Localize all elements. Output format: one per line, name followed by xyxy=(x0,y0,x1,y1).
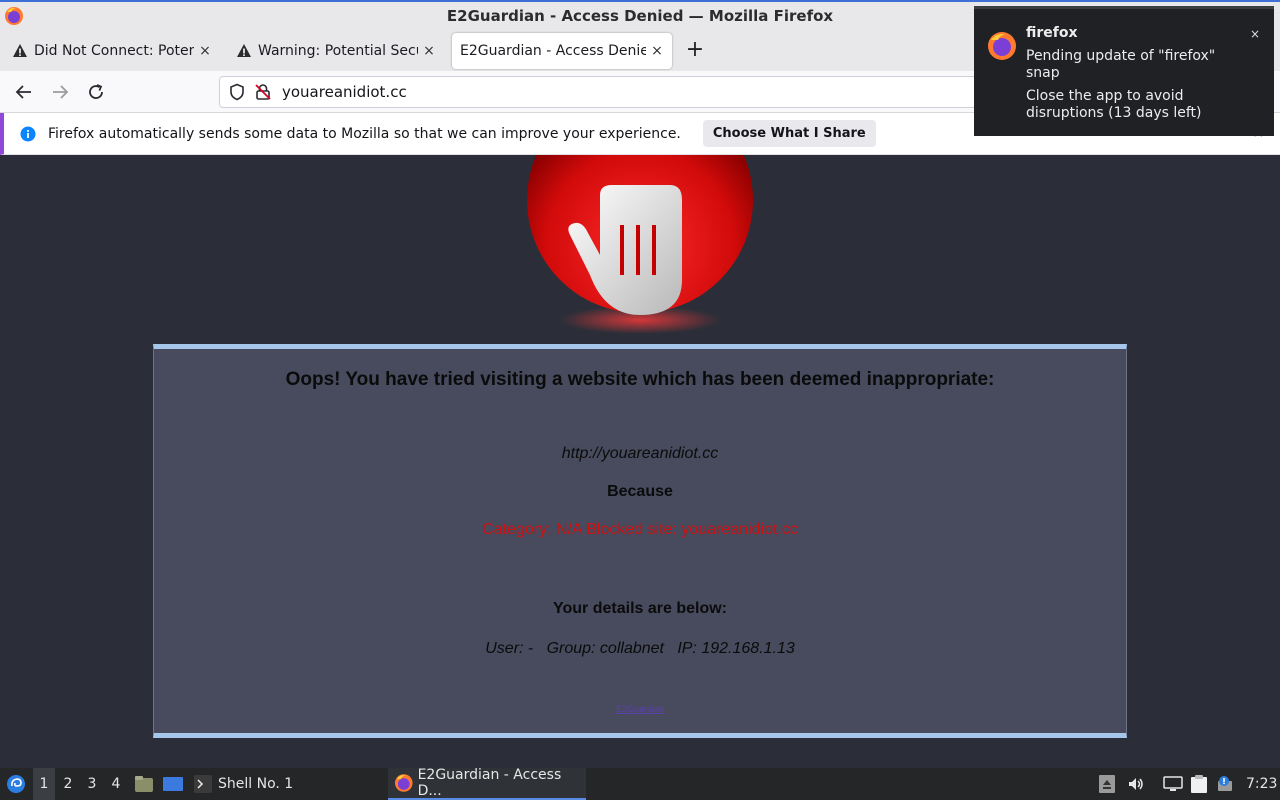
firefox-logo-icon xyxy=(5,7,23,25)
tab-e2guardian[interactable]: E2Guardian - Access Denied × xyxy=(452,33,672,69)
tray-clipboard[interactable] xyxy=(1190,768,1210,800)
firefox-logo-icon xyxy=(394,774,413,792)
eject-icon xyxy=(1099,775,1115,793)
start-menu-button[interactable] xyxy=(4,768,28,800)
volume-icon xyxy=(1129,778,1143,790)
insecure-lock-icon[interactable] xyxy=(254,83,272,101)
notification-body: Close the app to avoid disruptions (13 d… xyxy=(1026,88,1202,121)
block-reason: Category: N/A Blocked site: youareanidio… xyxy=(482,521,798,538)
terminal-task[interactable]: Shell No. 1 xyxy=(194,768,293,800)
tab-did-not-connect[interactable]: Did Not Connect: Potenti × xyxy=(4,33,220,69)
taskbar-clock[interactable]: 7:23 xyxy=(1246,768,1277,800)
warning-icon xyxy=(237,44,251,57)
notification-app-name: firefox xyxy=(1026,25,1078,41)
update-notifier-icon xyxy=(1218,776,1232,791)
workspace-3[interactable]: 3 xyxy=(81,768,103,800)
choose-what-i-share-button[interactable]: Choose What I Share xyxy=(702,120,876,147)
infobar-message: Firefox automatically sends some data to… xyxy=(48,125,681,142)
reload-button[interactable] xyxy=(84,80,108,104)
update-notification[interactable]: firefox Pending update of "firefox" snap… xyxy=(974,6,1274,136)
workspace-4[interactable]: 4 xyxy=(105,768,127,800)
url-text[interactable]: youareanidiot.cc xyxy=(282,83,407,101)
app-menu-icon xyxy=(7,775,25,793)
file-manager-launcher[interactable] xyxy=(134,768,154,800)
page-content: Oops! You have tried visiting a website … xyxy=(0,155,1280,768)
blocked-url: http://youareanidiot.cc xyxy=(561,445,719,462)
clipboard-icon xyxy=(1191,775,1207,793)
terminal-task-label: Shell No. 1 xyxy=(218,776,294,792)
e2guardian-link[interactable]: E2Guardian xyxy=(154,704,1126,714)
user-details: User: - Group: collabnet IP: 192.168.1.1… xyxy=(485,640,795,657)
tab-close-button[interactable]: × xyxy=(650,43,664,59)
tab-label: Warning: Potential Securi xyxy=(258,43,418,59)
page-headline: Oops! You have tried visiting a website … xyxy=(285,369,995,390)
tray-eject[interactable] xyxy=(1099,768,1117,800)
because-label: Because xyxy=(607,483,673,500)
tray-updates[interactable] xyxy=(1216,768,1236,800)
reload-icon xyxy=(89,84,103,99)
back-button[interactable] xyxy=(12,80,36,104)
notification-title: Pending update of "firefox" snap xyxy=(1026,48,1216,81)
arrow-right-icon xyxy=(53,85,69,99)
taskbar: 1 2 3 4 Shell No. 1 E2Guardian - Access … xyxy=(0,767,1280,800)
window-title: E2Guardian - Access Denied — Mozilla Fir… xyxy=(446,6,834,25)
desktop-icon xyxy=(163,777,183,791)
tab-close-button[interactable]: × xyxy=(422,43,436,59)
tab-label: Did Not Connect: Potenti xyxy=(34,43,194,59)
warning-icon xyxy=(13,44,27,57)
stop-hand-logo-icon xyxy=(527,155,753,334)
tray-network[interactable] xyxy=(1163,768,1183,800)
folder-icon xyxy=(135,776,153,792)
arrow-left-icon xyxy=(15,85,31,99)
details-title: Your details are below: xyxy=(553,600,727,617)
firefox-logo-icon xyxy=(988,32,1016,60)
browser-task[interactable]: E2Guardian - Access D... xyxy=(388,767,586,800)
terminal-icon xyxy=(194,775,212,793)
forward-button[interactable] xyxy=(48,80,72,104)
workspace-2[interactable]: 2 xyxy=(57,768,79,800)
access-denied-panel: Oops! You have tried visiting a website … xyxy=(153,344,1127,738)
notification-close-button[interactable]: × xyxy=(1250,27,1260,41)
new-tab-button[interactable]: + xyxy=(683,39,707,63)
tray-volume[interactable] xyxy=(1127,768,1147,800)
shield-icon[interactable] xyxy=(228,83,246,101)
network-icon xyxy=(1163,776,1183,791)
browser-task-label: E2Guardian - Access D... xyxy=(417,767,562,799)
workspace-1[interactable]: 1 xyxy=(33,768,55,800)
tab-label: E2Guardian - Access Denied xyxy=(460,43,646,59)
info-icon xyxy=(20,126,36,141)
url-bar[interactable]: youareanidiot.cc xyxy=(219,76,979,108)
tab-security-warning[interactable]: Warning: Potential Securi × xyxy=(228,33,444,69)
desktop-launcher[interactable] xyxy=(162,768,184,800)
tab-close-button[interactable]: × xyxy=(198,43,212,59)
